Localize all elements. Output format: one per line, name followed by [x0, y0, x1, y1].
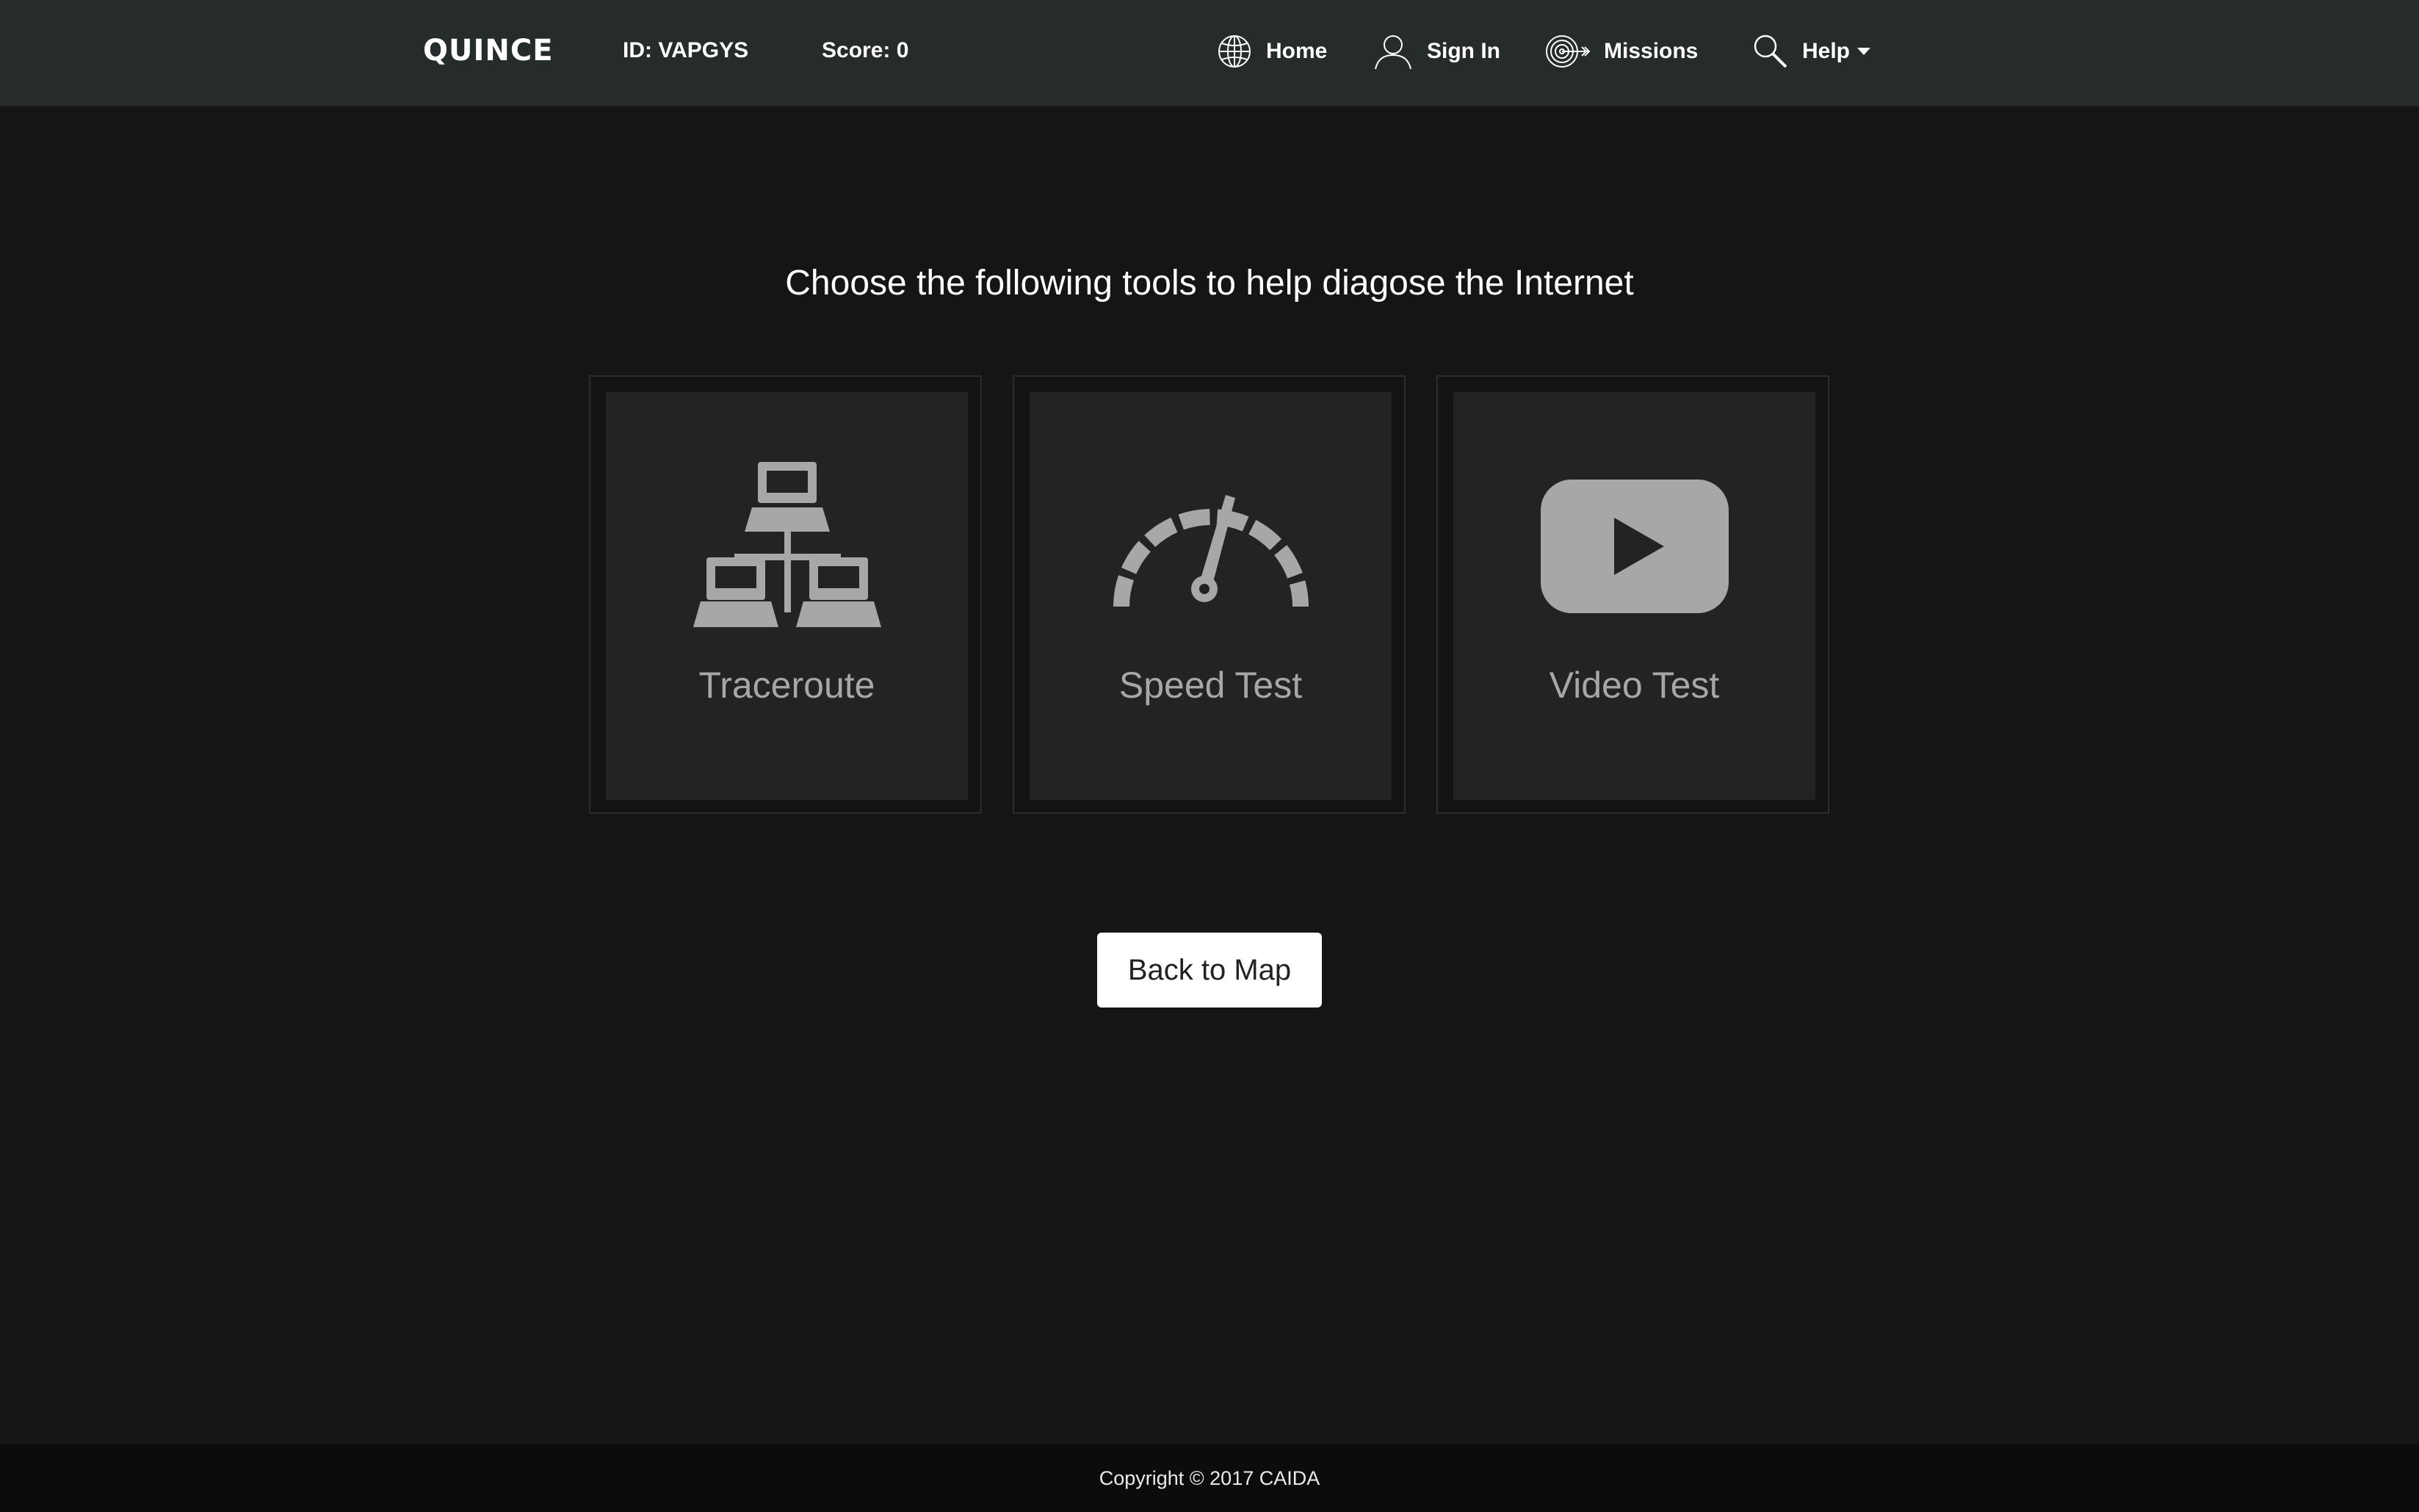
network-icon [606, 458, 968, 634]
nav-home[interactable]: Home [1216, 29, 1327, 73]
tool-card-traceroute[interactable]: Traceroute [589, 375, 982, 814]
user-id: ID: VAPGYS [623, 38, 749, 62]
nav-help-label: Help [1802, 39, 1851, 63]
chevron-down-icon [1857, 48, 1871, 55]
target-icon [1544, 33, 1591, 70]
tool-label-video-test: Video Test [1549, 665, 1720, 706]
nav-sign-in[interactable]: Sign In [1373, 29, 1500, 73]
nav-sign-in-label: Sign In [1427, 39, 1500, 63]
nav-help[interactable]: Help [1752, 29, 1871, 73]
brand-logo[interactable]: QUINCE [423, 34, 554, 68]
tool-card-speed-test[interactable]: Speed Test [1013, 375, 1406, 814]
speedometer-icon [1030, 458, 1392, 634]
tool-card-inner: Video Test [1453, 392, 1815, 800]
globe-icon [1216, 33, 1253, 70]
score-display: Score: 0 [822, 38, 909, 62]
copyright-text: Copyright © 2017 CAIDA [1099, 1466, 1320, 1489]
tool-label-traceroute: Traceroute [698, 665, 875, 706]
page-headline: Choose the following tools to help diago… [785, 264, 1634, 303]
tool-card-inner: Traceroute [606, 392, 968, 800]
magnifier-icon [1752, 33, 1789, 70]
nav-missions[interactable]: Missions [1544, 29, 1698, 73]
footer: Copyright © 2017 CAIDA [0, 1444, 2419, 1512]
nav-missions-label: Missions [1604, 39, 1699, 63]
tool-label-speed-test: Speed Test [1118, 665, 1303, 706]
back-to-map-button[interactable]: Back to Map [1097, 933, 1322, 1008]
video-play-icon [1453, 458, 1815, 634]
top-navbar: QUINCE ID: VAPGYS Score: 0 Home Sign In … [0, 0, 2419, 106]
tool-card-video-test[interactable]: Video Test [1436, 375, 1829, 814]
nav-home-label: Home [1266, 39, 1328, 63]
tool-card-inner: Speed Test [1030, 392, 1392, 800]
user-icon [1373, 32, 1414, 70]
